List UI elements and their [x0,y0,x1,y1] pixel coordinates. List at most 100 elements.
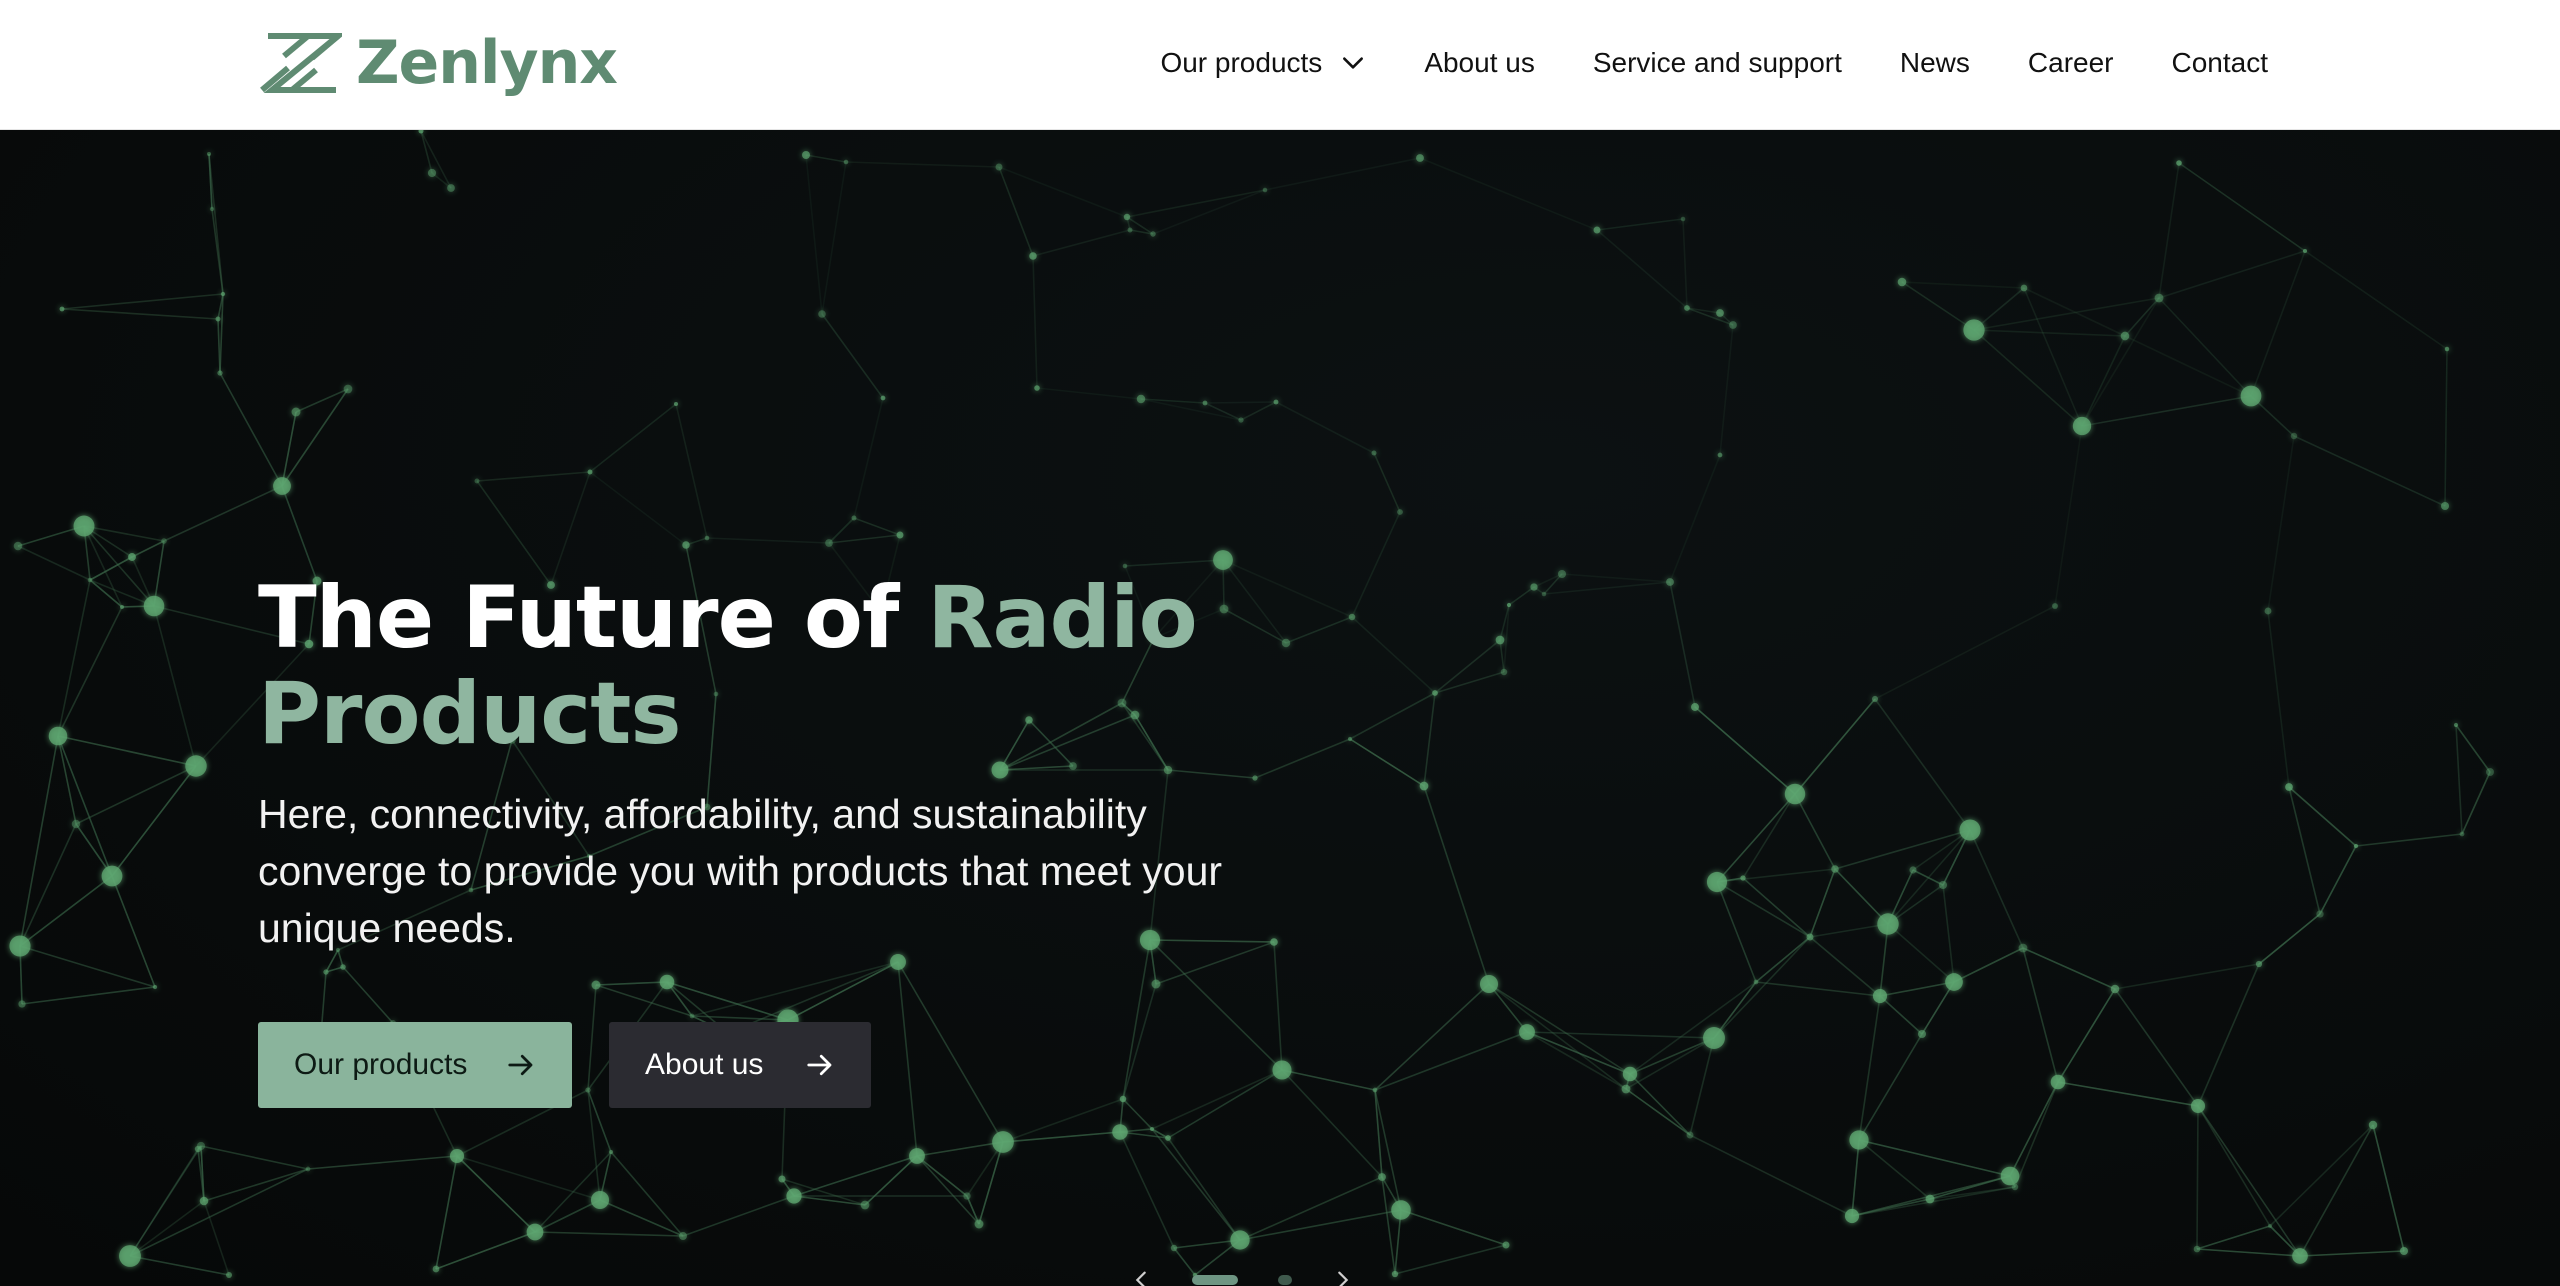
network-node [679,1232,687,1240]
network-node [87,577,93,583]
network-node [13,541,23,551]
network-line [1809,936,1881,997]
network-node [1371,450,1377,456]
network-line [1561,573,1671,583]
network-node [590,1190,610,1210]
network-node [9,935,31,957]
network-node [2285,783,2293,791]
network-line [1689,1134,1853,1217]
nav-item-label: Career [2027,47,2114,78]
network-line [2197,1105,2301,1257]
about-us-button[interactable]: About us [609,1022,871,1108]
network-node [526,1223,544,1241]
network-line [57,735,197,767]
network-node [1963,319,1985,341]
network-node [1069,762,1077,770]
network-line [1719,324,1734,456]
network-line [1694,706,1796,795]
network-line [2196,1105,2199,1250]
network-line [2197,963,2260,1107]
network-line [2288,786,2357,847]
network-line [19,945,156,988]
network-node [992,1131,1014,1153]
network-line [61,308,219,320]
network-line [1851,1198,1931,1217]
network-node [909,1148,925,1164]
network-node [1753,979,1759,985]
network-line [1809,923,1889,938]
chevron-left-icon[interactable] [1130,1269,1152,1286]
network-line [595,981,668,986]
network-line [2444,348,2448,507]
network-node [1686,1131,1694,1139]
network-node [161,538,167,544]
network-node [1495,635,1505,645]
network-line [1434,639,1501,694]
network-line [1742,877,1811,938]
network-node [659,974,675,990]
network-line [75,765,197,825]
network-node [1844,1208,1860,1224]
carousel-dot-active[interactable] [1192,1275,1238,1285]
network-line [2022,947,2116,990]
network-node [2399,1246,2409,1256]
network-line [978,1141,1004,1225]
our-products-button[interactable]: Our products [258,1022,572,1108]
network-line [61,293,224,310]
nav-item-career[interactable]: Career [2028,47,2114,79]
network-node [1740,875,1746,881]
network-line [2158,297,2252,397]
network-line [1879,923,1889,997]
network-node [2316,910,2324,918]
network-line [89,579,123,608]
network-node [2190,1098,2206,1114]
network-line [2057,1081,2199,1107]
network-line [821,161,847,315]
network-line [1794,698,1876,795]
network-line [2023,287,2126,337]
network-line [587,984,597,1091]
logo-link[interactable]: Zenlynx [258,30,618,96]
network-line [1887,923,1955,983]
network-line [1809,868,1836,938]
network-node [880,395,886,401]
network-node [802,151,810,159]
network-line [787,961,899,1021]
nav-item-service-and-support[interactable]: Service and support [1593,47,1842,79]
network-line [1239,1176,1383,1241]
network-node [1691,703,1699,711]
network-line [2304,250,2448,350]
network-line [589,403,677,473]
network-line [420,130,433,174]
network-node [2453,722,2459,728]
nav-item-label: Service and support [1592,47,1842,78]
chevron-right-icon[interactable] [1332,1269,1354,1286]
network-node [1500,668,1508,676]
nav-item-news[interactable]: News [1900,47,1970,79]
network-node [1034,385,1040,391]
carousel-dot[interactable] [1278,1275,1292,1285]
nav-item-contact[interactable]: Contact [2172,47,2269,79]
network-line [203,1200,230,1276]
network-node [1729,321,1737,329]
network-node [48,726,68,746]
network-line [2319,845,2357,915]
network-node [1432,690,1438,696]
network-line [129,1255,230,1276]
network-node [1230,1230,1250,1250]
nav-item-about-us[interactable]: About us [1424,47,1535,79]
network-line [19,735,59,947]
network-line [1629,1073,1691,1136]
network-line [1858,1033,1923,1141]
network-node [1151,979,1161,989]
network-line [2158,250,2306,299]
hero-title-main: The Future of [258,568,928,668]
nav-item-our-products[interactable]: Our products [1160,47,1366,79]
network-line [2269,1124,2374,1227]
network-line [845,161,1000,168]
network-node [2154,293,2164,303]
arrow-right-icon [508,1054,533,1076]
network-line [1374,1031,1528,1091]
network-node [585,1087,591,1093]
network-line [916,1155,980,1225]
